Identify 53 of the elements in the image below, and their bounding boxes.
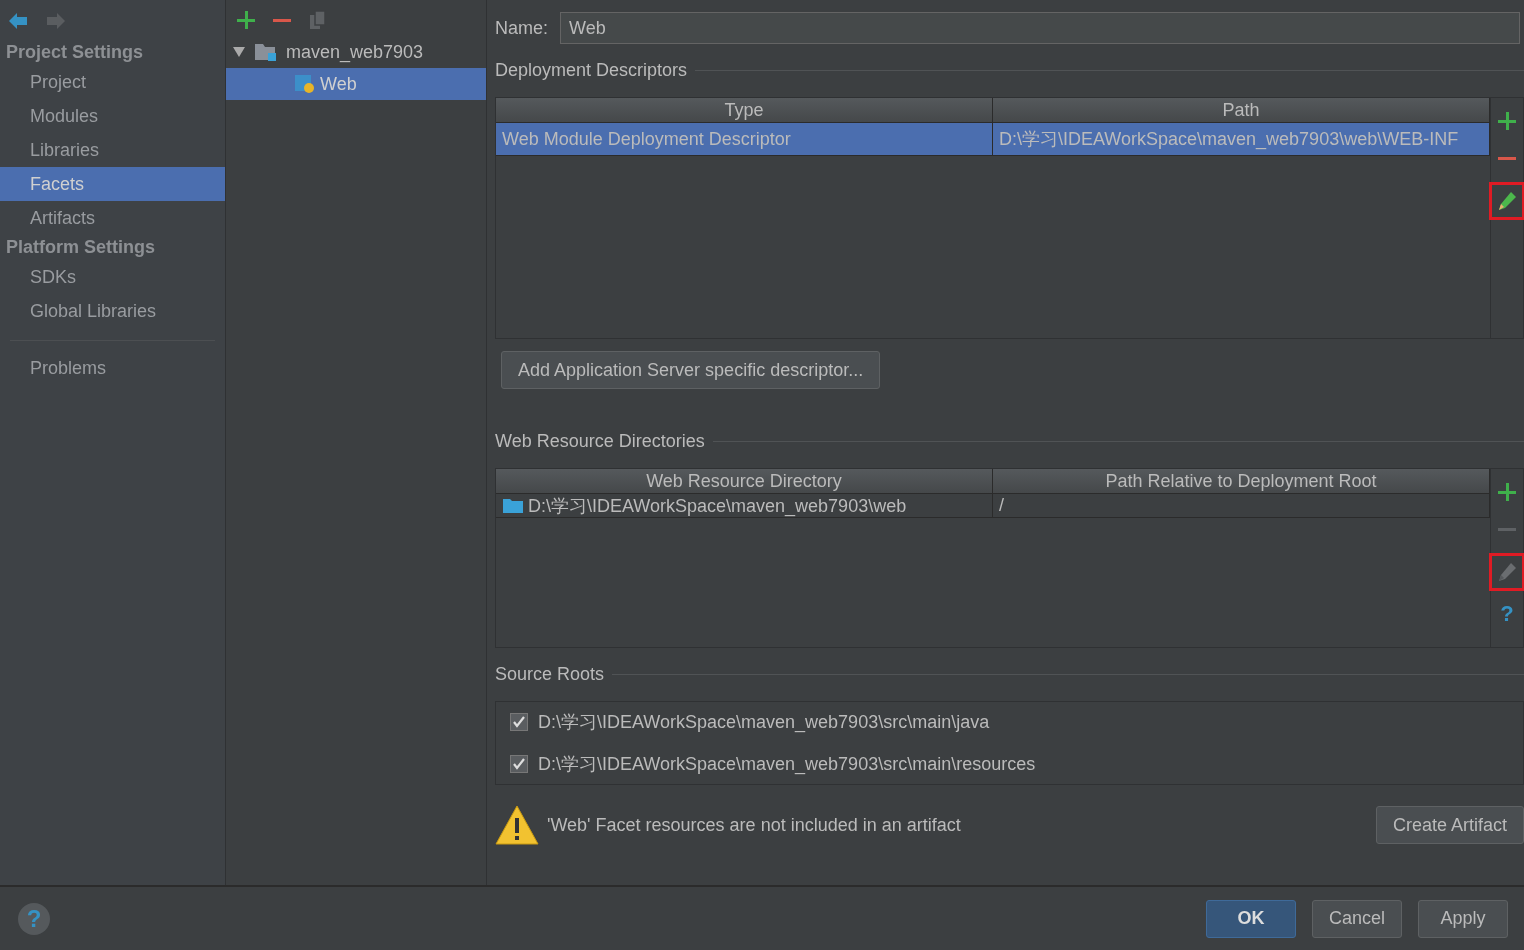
add-descriptor-button[interactable]: Add Application Server specific descriptor... <box>501 351 881 389</box>
table-cell: Web Module Deployment Descriptor <box>502 128 791 150</box>
column-header[interactable]: Path <box>993 98 1490 122</box>
tree-node[interactable]: maven_web7903 <box>226 36 486 68</box>
sidebar-item[interactable]: SDKs <box>0 260 225 294</box>
web-facet-icon <box>294 74 316 94</box>
group-title: Deployment Descriptors <box>495 60 688 81</box>
section-title: Platform Settings <box>5 236 157 259</box>
remove-icon <box>1497 528 1517 532</box>
table-cell: / <box>999 495 1004 516</box>
add-icon <box>1497 482 1517 502</box>
section-title: Project Settings <box>5 41 145 64</box>
create-artifact-button[interactable]: Create Artifact <box>1375 806 1524 844</box>
sidebar-item[interactable]: Modules <box>0 99 225 133</box>
warning-icon <box>495 805 539 845</box>
column-header[interactable]: Web Resource Directory <box>496 469 993 493</box>
pencil-icon <box>1497 191 1517 211</box>
group-title: Web Resource Directories <box>495 431 705 452</box>
dialog-button[interactable]: OK <box>1206 899 1296 938</box>
column-header[interactable]: Type <box>496 98 993 122</box>
source-root-path: D:\学习\IDEAWorkSpace\maven_web7903\src\main\java <box>538 711 990 734</box>
sidebar-item[interactable]: Facets <box>0 167 225 201</box>
warning-message: 'Web' Facet resources are not included in an artifact <box>547 814 962 836</box>
folder-icon <box>502 497 524 514</box>
column-header[interactable]: Path Relative to Deployment Root <box>993 469 1490 493</box>
dialog-button[interactable]: Apply <box>1418 899 1508 938</box>
group-title: Source Roots <box>495 664 605 685</box>
table-row[interactable]: Web Module Deployment Descriptor D:\学习\IDEAWorkSpace\maven_web7903\web\WEB-INF <box>496 123 1490 156</box>
pencil-icon <box>1497 562 1517 582</box>
folder-icon <box>254 42 278 62</box>
table-row[interactable]: D:\学习\IDEAWorkSpace\maven_web7903\web / <box>496 494 1490 518</box>
source-root-path: D:\学习\IDEAWorkSpace\maven_web7903\src\main\resources <box>538 753 1036 776</box>
dialog-button[interactable]: Cancel <box>1312 899 1402 938</box>
add-icon <box>1497 111 1517 131</box>
add-icon[interactable] <box>236 10 256 30</box>
checkbox[interactable] <box>510 713 528 731</box>
table-cell-text: D:\学习\IDEAWorkSpace\maven_web7903\web\WEB-INF <box>999 128 1459 151</box>
sidebar-item[interactable]: Libraries <box>0 133 225 167</box>
sidebar-item[interactable]: Problems <box>0 351 225 385</box>
checkbox[interactable] <box>510 755 528 773</box>
help-icon: ? <box>1500 601 1514 627</box>
name-label: Name: <box>495 17 548 39</box>
tool-button[interactable] <box>1489 182 1524 220</box>
sidebar-item[interactable]: Artifacts <box>0 201 225 235</box>
expand-triangle-icon[interactable] <box>232 46 246 58</box>
tree-node[interactable]: Web <box>226 68 486 100</box>
sidebar-item[interactable]: Global Libraries <box>0 294 225 328</box>
sidebar-item[interactable]: Project <box>0 65 225 99</box>
name-field[interactable]: Web <box>560 12 1520 44</box>
remove-icon <box>1497 157 1517 161</box>
tool-button[interactable]: ? <box>1493 599 1521 629</box>
back-arrow-icon[interactable] <box>8 12 28 30</box>
table-cell-text: D:\学习\IDEAWorkSpace\maven_web7903\web <box>528 494 907 518</box>
